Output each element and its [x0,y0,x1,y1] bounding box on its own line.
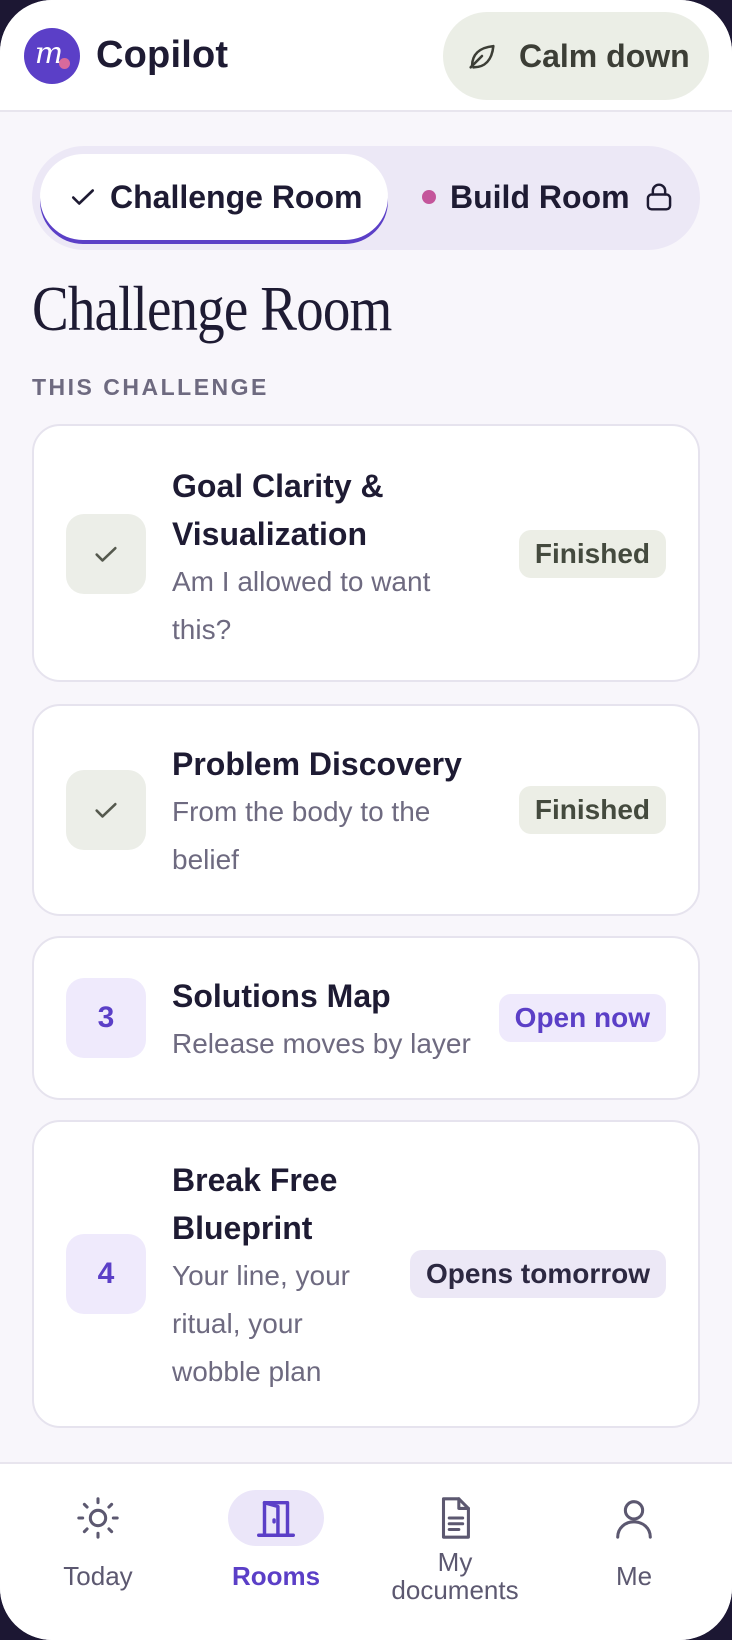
step-marker: 4 [66,1234,146,1314]
nav-label: Me [615,1561,653,1591]
door-icon [257,1500,295,1537]
step-number: 3 [97,1001,115,1034]
step-card[interactable]: 3 Solutions Map Release moves by layer O… [32,936,700,1100]
tab-label: Challenge Room [110,178,363,215]
step-text: Solutions Map Release moves by layer [172,972,471,1068]
nav-label: Rooms [231,1561,321,1591]
step-title: Goal Clarity & [172,468,384,504]
step-subtitle: From the body to the [172,796,431,827]
step-text: Goal Clarity & Visualization Am I allowe… [172,462,430,654]
check-icon [71,189,95,205]
status-badge: Finished [518,530,666,578]
nav-item-me[interactable]: Me [554,1464,714,1640]
check-icon [95,546,117,562]
step-subtitle: ritual, your [172,1308,303,1339]
step-subtitle: this? [172,614,232,645]
step-card[interactable]: Goal Clarity & Visualization Am I allowe… [32,424,700,682]
app-header: m Copilot Calm down [0,0,732,112]
step-text: Problem Discovery From the body to the b… [172,740,462,884]
nav-icon-wrap [586,1490,682,1546]
step-card[interactable]: Problem Discovery From the body to the b… [32,704,700,916]
step-subtitle: wobble plan [172,1356,322,1387]
lock-icon [646,183,671,211]
app-logo[interactable]: m [24,28,80,84]
tab-label: Build Room [450,178,630,215]
step-title: Blueprint [172,1210,313,1246]
nav-icon-wrap [407,1490,503,1546]
user-icon [616,1500,652,1539]
section-label: THIS CHALLENGE [32,374,269,400]
status-badge: Opens tomorrow [409,1250,666,1298]
nav-label: Today [63,1561,133,1591]
step-title: Solutions Map [172,978,391,1014]
app-title: Copilot [96,34,229,76]
app-screen: m Copilot Calm down Challenge Room Build… [0,0,732,1640]
nav-icon-wrap [50,1490,146,1546]
tab-challenge-room[interactable]: Challenge Room [40,154,388,240]
step-subtitle: Release moves by layer [172,1028,471,1059]
nav-label-line: documents [391,1575,519,1605]
step-number: 4 [97,1257,115,1290]
nav-label: My documents [380,1548,530,1604]
nav-item-documents[interactable]: My documents [375,1464,535,1640]
step-marker: 3 [66,978,146,1058]
nav-icon-wrap [228,1490,324,1546]
nav-item-today[interactable]: Today [18,1464,178,1640]
room-switcher: Challenge Room Build Room [32,146,700,250]
nav-item-rooms[interactable]: Rooms [196,1464,356,1640]
step-title: Break Free [172,1162,338,1198]
nav-label-line: My [437,1547,473,1577]
step-marker [66,770,146,850]
status-badge: Open now [498,994,666,1042]
step-title: Problem Discovery [172,746,462,782]
step-subtitle: belief [172,844,239,875]
step-marker [66,514,146,594]
logo-dot [59,58,70,69]
bottom-nav: Today Rooms My documents Me [0,1462,732,1640]
status-dot [422,190,436,204]
step-subtitle: Am I allowed to want [172,566,431,597]
status-badge: Finished [518,786,666,834]
step-subtitle: Your line, your [172,1260,350,1291]
page-title: Challenge Room [32,273,392,344]
calm-down-label: Calm down [519,37,690,74]
calm-down-button[interactable]: Calm down [443,12,709,100]
step-text: Break Free Blueprint Your line, your rit… [172,1156,350,1396]
leaf-icon [469,44,495,69]
sun-icon [77,1497,119,1539]
check-icon [95,802,117,818]
tab-build-room[interactable]: Build Room [422,154,674,240]
document-icon [441,1497,470,1539]
step-card[interactable]: 4 Break Free Blueprint Your line, your r… [32,1120,700,1428]
step-title: Visualization [172,516,368,552]
